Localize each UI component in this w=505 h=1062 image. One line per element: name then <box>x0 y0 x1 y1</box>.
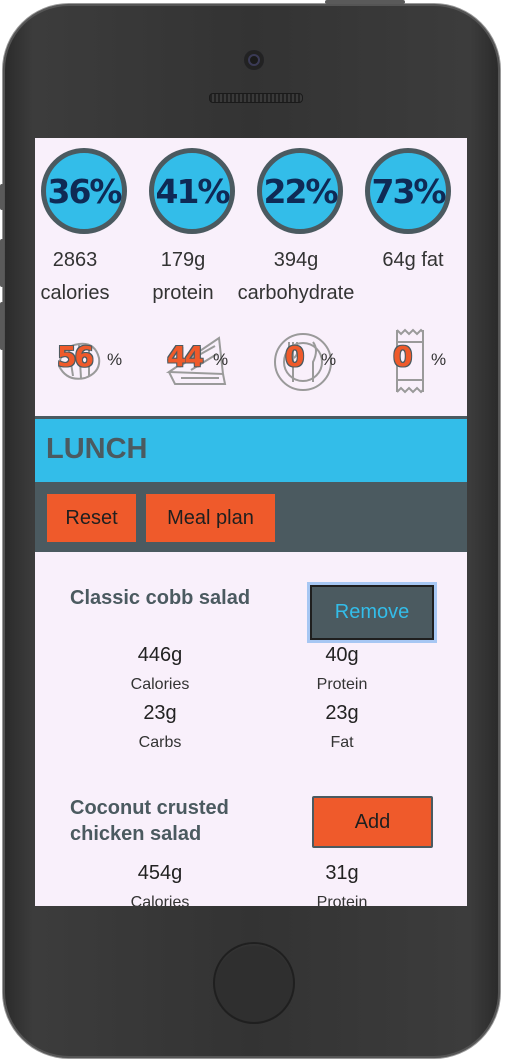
fat-stat: 64g fat <box>359 244 467 277</box>
carbohydrate-ring: 22% <box>257 148 343 234</box>
dinner-percent-sign: % <box>321 350 337 369</box>
calories-unit: calories <box>40 282 110 304</box>
dinner-percent: 0 <box>285 340 305 373</box>
mute-switch <box>0 184 4 210</box>
reset-button[interactable]: Reset <box>47 494 136 542</box>
fat-ring: 73% <box>365 148 451 234</box>
section-title: LUNCH <box>46 433 148 465</box>
protein-label: Protein <box>316 676 368 693</box>
food-item-name: Coconut crusted chicken salad <box>70 795 229 847</box>
calories-label: Calories <box>130 894 190 906</box>
protein-stat: 179g protein <box>129 244 237 310</box>
lunch-header: LUNCH <box>35 416 467 482</box>
food-item-name: Classic cobb salad <box>70 587 251 609</box>
fat-label: Fat <box>330 734 354 751</box>
carbohydrate-total: 394g <box>273 249 319 271</box>
breakfast-meter: 56 % <box>55 328 125 394</box>
calories-value: 454g <box>137 862 183 884</box>
carbs-label: Carbs <box>138 734 182 751</box>
carbohydrate-unit: carbohydrate <box>237 282 355 304</box>
calories-ring: 36% <box>41 148 127 234</box>
carbohydrate-percent: 22% <box>263 171 339 211</box>
protein-value: 40g <box>325 644 359 666</box>
food-item-name-line-1: Coconut crusted <box>70 797 229 819</box>
protein-total: 179g <box>160 249 206 271</box>
fat-total: 64g fat <box>382 249 444 271</box>
calories-stat: 2863 calories <box>35 244 129 310</box>
fat-percent: 73% <box>371 171 447 211</box>
earpiece-speaker <box>209 93 303 103</box>
home-button[interactable] <box>213 942 295 1024</box>
dinner-meter: 0 % <box>273 328 343 394</box>
volume-up-button <box>0 239 4 287</box>
breakfast-percent: 56 <box>57 340 94 373</box>
snack-percent: 0 <box>393 340 413 373</box>
carbohydrate-stat: 394g carbohydrate <box>237 244 355 310</box>
breakfast-percent-sign: % <box>107 350 123 369</box>
calories-value: 446g <box>137 644 183 666</box>
meal-toolbar: Reset Meal plan <box>35 482 467 552</box>
protein-value: 31g <box>325 862 359 884</box>
remove-button[interactable]: Remove <box>310 585 434 640</box>
calories-percent: 36% <box>47 171 123 211</box>
volume-down-button <box>0 302 4 350</box>
snack-percent-sign: % <box>431 350 447 369</box>
protein-label: Protein <box>316 894 368 906</box>
calories-total: 2863 <box>52 249 98 271</box>
carbs-value: 23g <box>143 702 177 724</box>
protein-percent: 41% <box>155 171 231 211</box>
lunch-percent-sign: % <box>213 350 229 369</box>
food-item-name-line-2: chicken salad <box>70 823 202 845</box>
lunch-meter: 44 % <box>163 328 233 394</box>
lunch-percent: 44 <box>167 340 204 373</box>
front-camera <box>244 50 264 70</box>
app-screen: 36% 41% 22% 73% 2863 calories 179g prote… <box>35 138 467 906</box>
calories-label: Calories <box>130 676 190 693</box>
fat-value: 23g <box>325 702 359 724</box>
meal-plan-button[interactable]: Meal plan <box>146 494 275 542</box>
power-button <box>325 0 405 4</box>
add-button[interactable]: Add <box>312 796 433 848</box>
snack-meter: 0 % <box>387 328 457 394</box>
protein-ring: 41% <box>149 148 235 234</box>
protein-unit: protein <box>152 282 214 304</box>
